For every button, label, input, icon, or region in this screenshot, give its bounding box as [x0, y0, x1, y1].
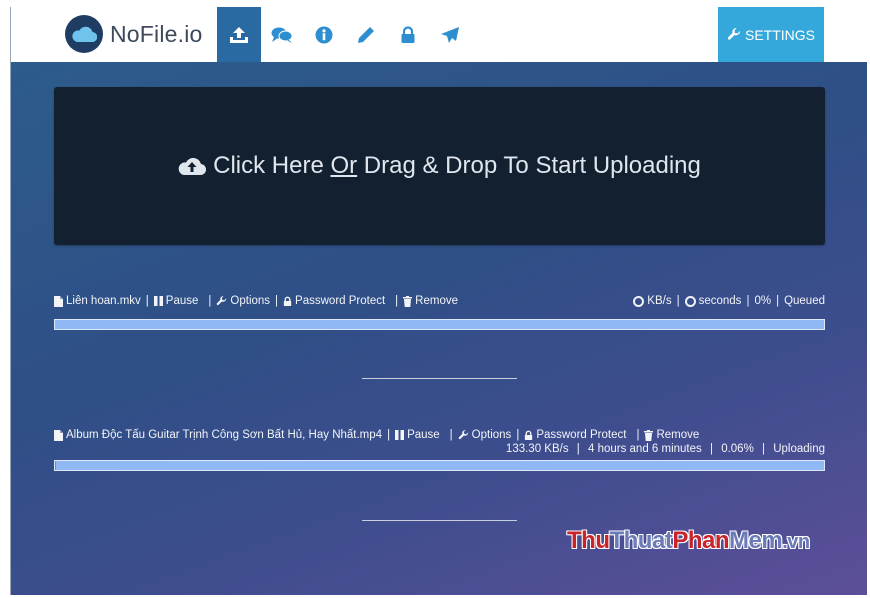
- dropzone-text-before: Click Here: [213, 152, 331, 179]
- nav-upload-tab[interactable]: [217, 7, 261, 62]
- lock-icon: [401, 25, 415, 43]
- dropzone-prompt: Click Here Or Drag & Drop To Start Uploa…: [178, 152, 701, 180]
- options-button[interactable]: Options: [458, 429, 511, 441]
- pencil-icon: [358, 26, 374, 43]
- lock-icon: [525, 430, 533, 440]
- logo-text: NoFile.io: [110, 20, 203, 47]
- nav-info-tab[interactable]: [303, 7, 345, 62]
- upload-icon: [230, 26, 248, 43]
- upload-status: KB/s | seconds | 0% | Queued: [633, 295, 825, 307]
- options-button[interactable]: Options: [216, 295, 270, 307]
- dropzone-text-after: Drag & Drop To Start Uploading: [357, 152, 701, 179]
- nav-lock-tab[interactable]: [387, 7, 429, 62]
- settings-button[interactable]: SETTINGS: [718, 7, 824, 62]
- remove-button[interactable]: Remove: [644, 429, 699, 441]
- send-icon: [441, 26, 459, 43]
- pause-icon: [395, 430, 405, 440]
- dropzone-text-or: Or: [330, 152, 358, 179]
- nav-edit-tab[interactable]: [345, 7, 387, 62]
- app-frame: NoFile.io SETTINGS Click Here Or Drag & …: [10, 7, 868, 595]
- file-icon: [54, 429, 63, 441]
- trash-icon: [644, 429, 654, 441]
- spinner-icon: [684, 295, 696, 307]
- info-icon: [315, 26, 333, 43]
- file-icon: [54, 295, 63, 307]
- upload-time: 4 hours and 6 minutes: [587, 443, 702, 455]
- remove-button[interactable]: Remove: [403, 295, 458, 307]
- wrench-icon: [458, 429, 468, 439]
- upload-speed: KB/s: [647, 295, 672, 307]
- pause-button[interactable]: Pause: [153, 295, 198, 307]
- upload-state: Uploading: [773, 443, 825, 455]
- upload-speed: 133.30 KB/s: [505, 443, 569, 455]
- upload-percent: 0.06%: [721, 443, 754, 455]
- nav-comments-tab[interactable]: [261, 7, 303, 62]
- pause-button[interactable]: Pause: [395, 429, 440, 441]
- divider: [362, 378, 517, 379]
- upload-dropzone[interactable]: Click Here Or Drag & Drop To Start Uploa…: [54, 87, 825, 245]
- lock-icon: [283, 296, 292, 306]
- pause-icon: [153, 296, 163, 306]
- nav-tabs: [217, 7, 471, 62]
- trash-icon: [403, 295, 413, 307]
- upload-status: 133.30 KB/s | 4 hours and 6 minutes | 0.…: [505, 443, 825, 455]
- progress-bar: [54, 319, 825, 330]
- wrench-icon: [727, 27, 740, 40]
- divider: [362, 520, 517, 521]
- password-protect-button[interactable]: Password Protect: [524, 429, 626, 441]
- spinner-icon: [633, 295, 645, 307]
- file-name: Album Độc Tấu Guitar Trịnh Công Sơn Bất …: [54, 429, 382, 441]
- upload-time: seconds: [698, 295, 742, 307]
- wrench-icon: [217, 295, 227, 305]
- logo[interactable]: NoFile.io: [65, 13, 203, 55]
- password-protect-button[interactable]: Password Protect: [283, 295, 385, 307]
- upload-percent: 0%: [754, 295, 772, 307]
- nav-send-tab[interactable]: [429, 7, 471, 62]
- progress-bar: [54, 460, 825, 471]
- comments-icon: [271, 27, 293, 43]
- file-name: Liên hoan.mkv: [54, 295, 141, 307]
- upload-item: Liên hoan.mkv | Pause | Options | Passwo…: [54, 295, 825, 307]
- top-navbar: NoFile.io SETTINGS: [11, 7, 868, 62]
- cloud-upload-icon: [178, 157, 207, 176]
- watermark: ThuThuatPhanMem.vn: [567, 527, 810, 554]
- upload-state: Queued: [784, 295, 825, 307]
- upload-item: Album Độc Tấu Guitar Trịnh Công Sơn Bất …: [54, 429, 825, 455]
- settings-label: SETTINGS: [744, 26, 815, 43]
- cloud-logo-icon: [65, 15, 103, 53]
